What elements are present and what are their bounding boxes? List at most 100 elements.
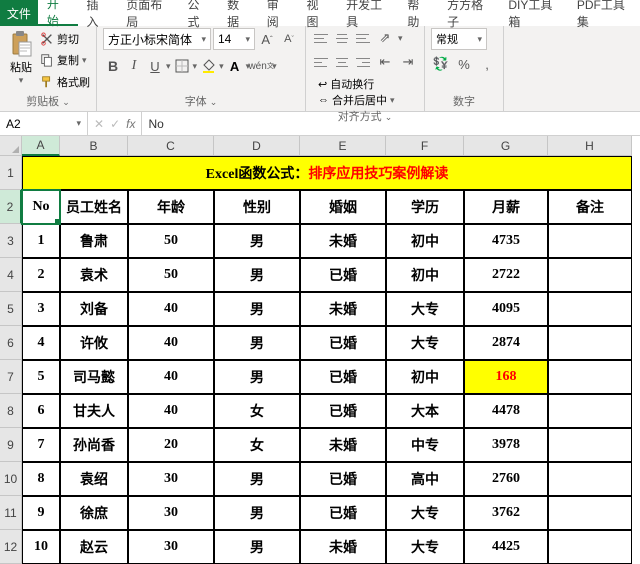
cell[interactable]: 已婚 [300,462,386,496]
cell[interactable]: 40 [128,292,214,326]
row-header[interactable]: 3 [0,224,22,258]
row-header[interactable]: 9 [0,428,22,462]
cell[interactable]: 9 [22,496,60,530]
row-header[interactable]: 7 [0,360,22,394]
italic-button[interactable]: I [124,56,144,76]
cell[interactable]: 女 [214,428,300,462]
row-header[interactable]: 5 [0,292,22,326]
cell[interactable]: 未婚 [300,292,386,326]
cell[interactable]: 已婚 [300,496,386,530]
cell[interactable] [548,258,632,292]
cell[interactable]: 30 [128,496,214,530]
align-left-button[interactable] [312,54,330,70]
decrease-indent-button[interactable]: ⇤ [375,52,395,72]
tab-公式[interactable]: 公式 [178,0,218,26]
cell[interactable]: 7 [22,428,60,462]
row-header[interactable]: 4 [0,258,22,292]
select-all-button[interactable] [0,136,22,156]
cell[interactable]: 男 [214,224,300,258]
tab-审阅[interactable]: 审阅 [258,0,298,26]
cell[interactable]: 未婚 [300,428,386,462]
cell[interactable]: 30 [128,530,214,564]
merge-center-button[interactable]: ⇔合并后居中▾ [318,92,418,108]
cell[interactable]: 备注 [548,190,632,224]
cell[interactable]: 员工姓名 [60,190,128,224]
cell[interactable]: 40 [128,326,214,360]
cell[interactable]: 男 [214,292,300,326]
cell[interactable]: 10 [22,530,60,564]
tab-开始[interactable]: 开始 [38,0,78,26]
cell[interactable]: 4 [22,326,60,360]
cell[interactable]: 3 [22,292,60,326]
cell[interactable]: 未婚 [300,224,386,258]
tab-页面布局[interactable]: 页面布局 [117,0,178,26]
fx-icon[interactable]: fx [126,117,135,131]
cell[interactable]: 已婚 [300,326,386,360]
cell[interactable]: 20 [128,428,214,462]
cell[interactable]: 赵云 [60,530,128,564]
cell[interactable]: 性别 [214,190,300,224]
cell[interactable]: 男 [214,496,300,530]
cell[interactable]: 4735 [464,224,548,258]
column-header[interactable]: H [548,136,632,156]
row-header[interactable]: 1 [0,156,22,190]
cell[interactable]: 大专 [386,326,464,360]
cell[interactable]: 许攸 [60,326,128,360]
cell[interactable]: 男 [214,326,300,360]
cell[interactable]: 初中 [386,224,464,258]
column-header[interactable]: G [464,136,548,156]
align-center-button[interactable] [333,54,351,70]
underline-button[interactable]: U [145,56,165,76]
align-bottom-button[interactable] [354,30,372,46]
cell[interactable]: 刘备 [60,292,128,326]
wrap-text-button[interactable]: ↩自动换行 [318,76,418,92]
tab-开发工具[interactable]: 开发工具 [337,0,398,26]
cell[interactable]: 已婚 [300,258,386,292]
orientation-button[interactable]: ⇗ [375,28,395,48]
formula-input[interactable]: No [142,112,640,135]
cell[interactable]: 男 [214,360,300,394]
comma-button[interactable]: , [477,54,497,74]
increase-font-button[interactable]: Aˆ [257,29,277,49]
cell[interactable] [548,462,632,496]
row-header[interactable]: 10 [0,462,22,496]
cell[interactable]: 2760 [464,462,548,496]
copy-button[interactable]: 复制▾ [40,51,90,69]
cell[interactable]: 中专 [386,428,464,462]
font-color-button[interactable]: A [225,56,245,76]
cell[interactable] [548,428,632,462]
cell[interactable]: 鲁肃 [60,224,128,258]
cell[interactable]: 男 [214,530,300,564]
cell[interactable]: No [22,190,60,224]
row-header[interactable]: 12 [0,530,22,564]
cell[interactable]: 男 [214,462,300,496]
cell[interactable]: 月薪 [464,190,548,224]
tab-帮助[interactable]: 帮助 [398,0,438,26]
column-header[interactable]: A [22,136,60,156]
cell[interactable]: 4478 [464,394,548,428]
cell[interactable]: 3762 [464,496,548,530]
title-cell[interactable]: Excel函数公式：排序应用技巧案例解读 [22,156,632,190]
tab-file[interactable]: 文件 [0,0,38,26]
phonetic-button[interactable]: wén文 [251,56,271,76]
cell[interactable]: 袁绍 [60,462,128,496]
cut-button[interactable]: 剪切 [40,30,90,48]
cell[interactable]: 大专 [386,496,464,530]
cell[interactable]: 2722 [464,258,548,292]
column-header[interactable]: B [60,136,128,156]
row-header[interactable]: 2 [0,190,22,224]
tab-PDF工具集[interactable]: PDF工具集 [568,0,640,26]
align-top-button[interactable] [312,30,330,46]
cell[interactable] [548,394,632,428]
percent-button[interactable]: % [454,54,474,74]
name-box[interactable]: A2▾ [0,112,88,135]
tab-数据[interactable]: 数据 [218,0,258,26]
increase-indent-button[interactable]: ⇥ [398,52,418,72]
cell[interactable]: 袁术 [60,258,128,292]
tab-DIY工具箱[interactable]: DIY工具箱 [499,0,568,26]
align-middle-button[interactable] [333,30,351,46]
cell[interactable]: 8 [22,462,60,496]
column-header[interactable]: D [214,136,300,156]
cell[interactable]: 女 [214,394,300,428]
bold-button[interactable]: B [103,56,123,76]
